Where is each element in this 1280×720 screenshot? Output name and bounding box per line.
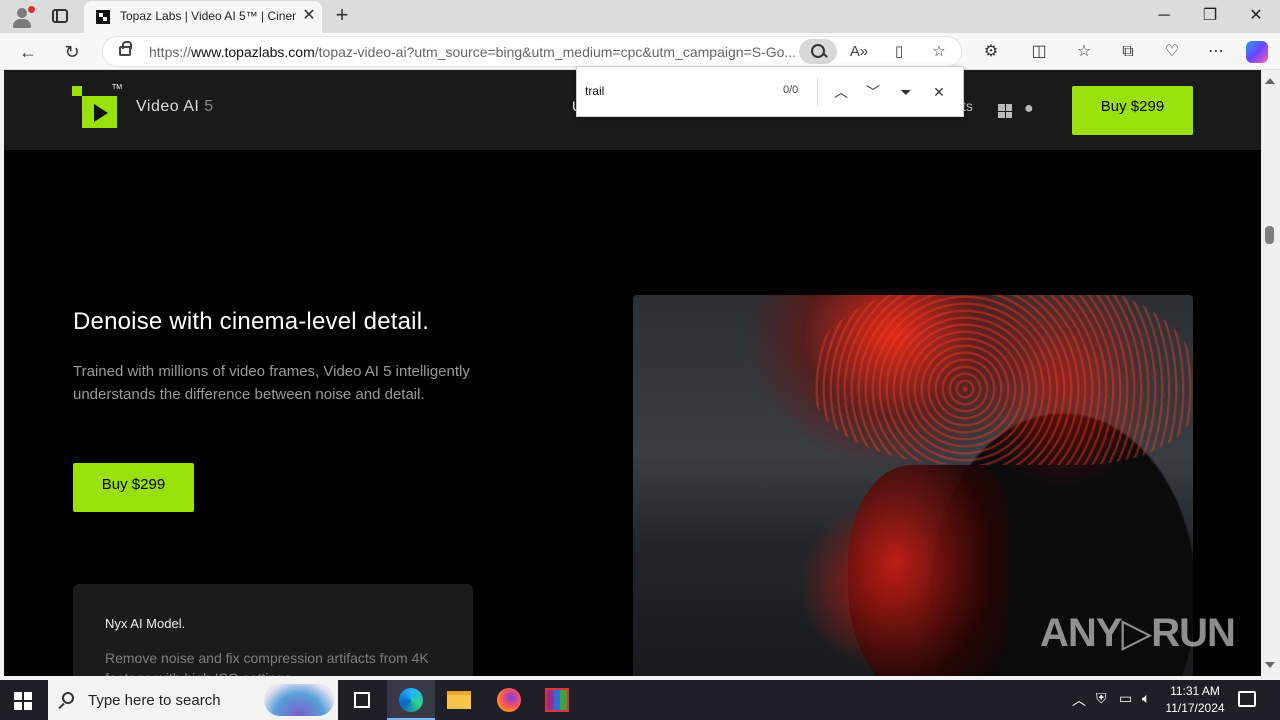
feature-card-body: Remove noise and fix compression artifac… bbox=[105, 650, 429, 676]
restore-icon[interactable]: ❐ bbox=[1187, 0, 1233, 32]
clock-date: 11/17/2024 bbox=[1165, 701, 1225, 715]
window-close-icon[interactable]: ✕ bbox=[1233, 0, 1279, 32]
find-input[interactable]: trail bbox=[585, 84, 604, 98]
profile-icon[interactable] bbox=[10, 5, 35, 29]
tab-title: Topaz Labs | Video AI 5™ | Cinem bbox=[120, 9, 296, 23]
security-icon[interactable]: ⛨ bbox=[1096, 690, 1107, 707]
task-view-icon bbox=[354, 692, 370, 708]
find-bar: trail 0/0 ︿ ﹀ ⏷ ✕ bbox=[576, 66, 964, 117]
tab-actions-icon[interactable] bbox=[50, 7, 70, 25]
new-tab-button[interactable]: + bbox=[330, 4, 354, 28]
scroll-thumb[interactable] bbox=[1265, 226, 1274, 244]
hero-buy-button[interactable]: Buy $299 bbox=[73, 463, 194, 512]
immersive-reader-icon[interactable]: ▯ bbox=[887, 41, 911, 63]
address-bar[interactable]: https://www.topazlabs.com/topaz-video-ai… bbox=[102, 36, 962, 67]
browser-tab[interactable]: Topaz Labs | Video AI 5™ | Cinem ✕ bbox=[84, 1, 322, 33]
extensions-icon[interactable]: ⚙ bbox=[977, 38, 1005, 66]
split-screen-icon[interactable]: ◫ bbox=[1025, 38, 1053, 66]
edge-icon bbox=[399, 688, 423, 712]
topaz-favicon-icon bbox=[96, 10, 110, 24]
scroll-up-icon[interactable] bbox=[1265, 78, 1275, 84]
lock-icon[interactable] bbox=[119, 41, 132, 56]
back-icon[interactable]: ← bbox=[14, 38, 42, 66]
more-options-icon[interactable]: ⋯ bbox=[1202, 38, 1230, 66]
find-next-icon[interactable]: ﹀ bbox=[861, 80, 885, 104]
search-highlight-image bbox=[264, 684, 334, 716]
edge-taskbar-button[interactable] bbox=[387, 680, 435, 720]
read-aloud-icon[interactable]: A» bbox=[847, 41, 871, 63]
winrar-icon bbox=[545, 688, 569, 712]
find-close-icon[interactable]: ✕ bbox=[927, 80, 951, 104]
minimize-icon[interactable]: ─ bbox=[1141, 0, 1187, 32]
browser-toolbar: ← ↻ https://www.topazlabs.com/topaz-vide… bbox=[0, 33, 1280, 70]
search-icon bbox=[62, 692, 74, 704]
product-name[interactable]: Video AI 5 bbox=[136, 98, 214, 116]
system-clock[interactable]: 11:31 AM 11/17/2024 bbox=[1160, 683, 1230, 717]
page-scrollbar[interactable] bbox=[1261, 70, 1280, 676]
tab-strip: Topaz Labs | Video AI 5™ | Cinem ✕ + ─ ❐… bbox=[0, 0, 1280, 33]
winrar-taskbar-button[interactable] bbox=[533, 680, 581, 720]
find-filter-icon[interactable]: ⏷ bbox=[894, 80, 918, 104]
browser-essentials-icon[interactable]: ♡ bbox=[1158, 38, 1186, 66]
hero-description: Trained with millions of video frames, V… bbox=[73, 363, 470, 403]
scroll-down-icon[interactable] bbox=[1265, 662, 1275, 668]
favorite-star-icon[interactable]: ☆ bbox=[927, 41, 951, 63]
volume-icon[interactable]: 🔈︎ bbox=[1142, 690, 1150, 707]
clock-time: 11:31 AM bbox=[1170, 684, 1220, 698]
firefox-icon bbox=[497, 688, 521, 712]
feature-card: Nyx AI Model. Remove noise and fix compr… bbox=[73, 584, 473, 676]
apple-icon: ● bbox=[1024, 100, 1034, 117]
collections-icon[interactable]: ⧉ bbox=[1114, 38, 1142, 66]
header-buy-button[interactable]: Buy $299 bbox=[1072, 86, 1193, 135]
favorites-icon[interactable]: ☆ bbox=[1070, 38, 1098, 66]
folder-icon bbox=[447, 691, 471, 709]
url-text[interactable]: https://www.topazlabs.com/topaz-video-ai… bbox=[149, 44, 797, 60]
copilot-icon[interactable] bbox=[1246, 41, 1268, 63]
topaz-logo-icon[interactable]: TM bbox=[72, 84, 122, 130]
find-in-page-icon[interactable] bbox=[799, 39, 837, 64]
windows-icon bbox=[998, 104, 1012, 118]
task-view-button[interactable] bbox=[338, 680, 386, 720]
network-icon[interactable]: ▭ bbox=[1119, 690, 1132, 707]
web-page: TM Video AI 5 U ts ● Buy $299 Denoise wi… bbox=[4, 70, 1261, 676]
anyrun-watermark: ANY▷RUN bbox=[1040, 611, 1236, 655]
hero-headline: Denoise with cinema-level detail. bbox=[73, 308, 430, 335]
close-tab-icon[interactable]: ✕ bbox=[300, 7, 318, 25]
find-previous-icon[interactable]: ︿ bbox=[829, 80, 853, 104]
search-placeholder[interactable]: Type here to search bbox=[88, 692, 221, 709]
file-explorer-taskbar-button[interactable] bbox=[435, 680, 483, 720]
find-divider bbox=[817, 77, 818, 107]
start-icon[interactable] bbox=[14, 692, 32, 710]
notifications-icon[interactable] bbox=[1238, 691, 1256, 707]
firefox-taskbar-button[interactable] bbox=[485, 680, 533, 720]
refresh-icon[interactable]: ↻ bbox=[58, 38, 86, 66]
feature-card-title: Nyx AI Model. bbox=[105, 616, 186, 631]
find-match-count: 0/0 bbox=[783, 84, 799, 96]
taskbar-search[interactable]: Type here to search bbox=[48, 680, 338, 720]
windows-taskbar: Type here to search ︿ ⛨ ▭ 🔈︎ 11:31 AM 11… bbox=[0, 680, 1280, 720]
show-hidden-icons-icon[interactable]: ︿ bbox=[1072, 690, 1086, 710]
